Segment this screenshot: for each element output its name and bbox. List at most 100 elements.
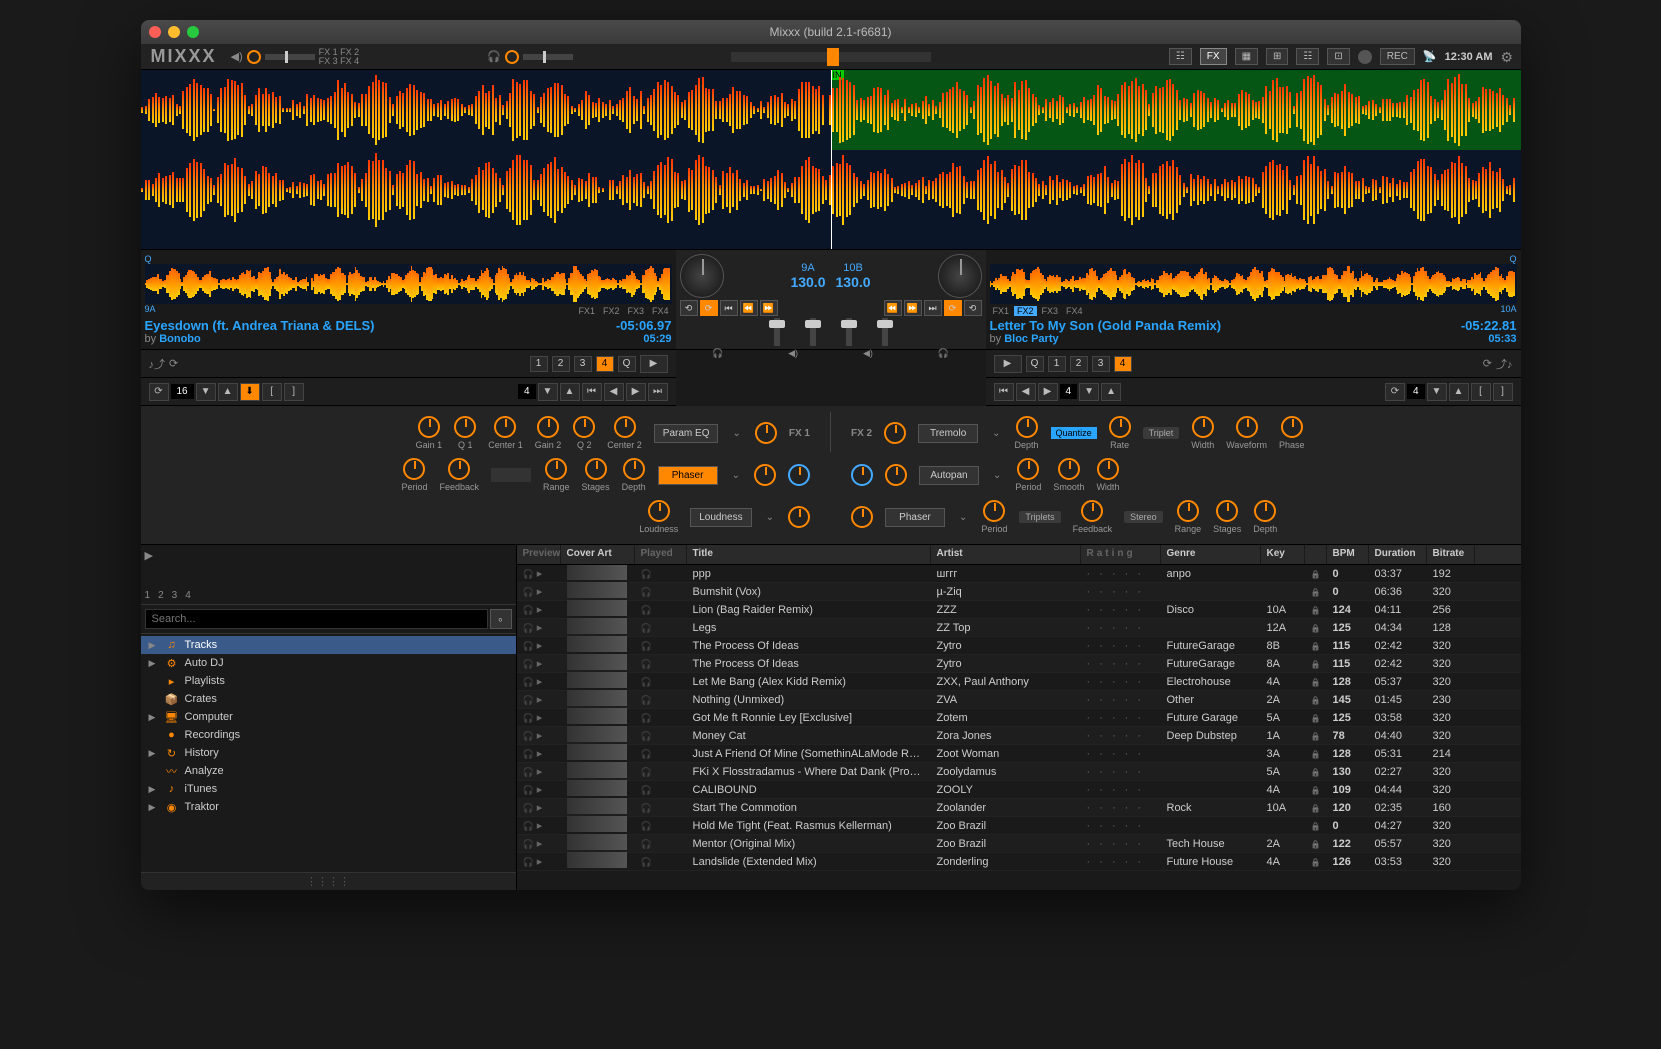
preview-play-icon[interactable] — [523, 658, 534, 670]
preview-slot-2[interactable]: 2 — [158, 590, 164, 601]
deck1-beatjump-next[interactable]: ⏭ — [648, 383, 668, 401]
library-row[interactable]: ▸ Legs ZZ Top · · · · · 12A 125 04:34 12… — [517, 619, 1521, 637]
view-button-4[interactable]: ⊡ — [1327, 48, 1349, 65]
track-rating[interactable]: · · · · · — [1081, 728, 1161, 744]
view-button-1[interactable]: ▦ — [1235, 48, 1258, 65]
fx2-slot1-selector[interactable]: Tremolo — [918, 424, 978, 443]
library-row[interactable]: ▸ ppp шггг · · · · · anpo 0 03:37 192 — [517, 565, 1521, 583]
deck2-reloop-button[interactable]: ⟳ — [1385, 383, 1405, 401]
preview-slot-4[interactable]: 4 — [185, 590, 191, 601]
deck1-repeat-icon[interactable]: ⟳ — [169, 357, 178, 370]
tree-arrow-icon[interactable]: ▶ — [149, 784, 159, 795]
deck1-hotcue-2[interactable]: 2 — [552, 356, 570, 372]
fx1-parameq-gain-2-knob[interactable] — [537, 416, 559, 438]
fx2-triplet-tag[interactable]: Triplet — [1143, 427, 1180, 439]
bpm-lock-icon[interactable] — [1311, 640, 1321, 652]
headphone-mix-knob[interactable] — [505, 50, 519, 64]
window-zoom-button[interactable] — [187, 26, 199, 38]
bpm-lock-icon[interactable] — [1311, 676, 1321, 688]
library-rows[interactable]: ▸ ppp шггг · · · · · anpo 0 03:37 192 ▸ … — [517, 565, 1521, 890]
chevron-down-icon[interactable]: ⌄ — [990, 428, 1002, 439]
tree-item-analyze[interactable]: 〰Analyze — [141, 762, 516, 780]
deck1-beatjump-back[interactable]: ◀ — [604, 383, 624, 401]
track-rating[interactable]: · · · · · — [1081, 746, 1161, 762]
fx2-tremolo-width-knob[interactable] — [1192, 416, 1214, 438]
tree-arrow-icon[interactable]: ▶ — [149, 640, 159, 651]
library-row[interactable]: ▸ Start The Commotion Zoolander · · · · … — [517, 799, 1521, 817]
library-row[interactable]: ▸ Nothing (Unmixed) ZVA · · · · · Other … — [517, 691, 1521, 709]
track-rating[interactable]: · · · · · — [1081, 584, 1161, 600]
deck1-rate-slider[interactable] — [774, 318, 780, 346]
bpm-lock-icon[interactable] — [1311, 730, 1321, 742]
col-header-genre[interactable]: Genre — [1161, 545, 1261, 564]
fx1-phaser-feedback-knob[interactable] — [448, 458, 470, 480]
fx1-slot3-meta-knob[interactable] — [788, 506, 810, 528]
bpm-lock-icon[interactable] — [1311, 820, 1321, 832]
headphone-gain-slider[interactable] — [523, 54, 573, 60]
fx2-phaser-range-knob[interactable] — [1177, 500, 1199, 522]
deck2-play-button[interactable]: ▶ — [994, 355, 1022, 373]
preview-play-icon[interactable] — [523, 784, 534, 796]
track-rating[interactable]: · · · · · — [1081, 782, 1161, 798]
track-rating[interactable]: · · · · · — [1081, 854, 1161, 870]
fx1-loudness-loudness-knob[interactable] — [648, 500, 670, 522]
fx2-stereo-tag[interactable]: Stereo — [1124, 511, 1163, 523]
deck1-volume-fader[interactable] — [810, 318, 816, 346]
fx1-slot1-meta-knob[interactable] — [755, 422, 777, 444]
bpm-lock-icon[interactable] — [1311, 586, 1321, 598]
chevron-down-icon[interactable]: ⌄ — [730, 428, 742, 439]
fx2-phaser-period-knob[interactable] — [983, 500, 1005, 522]
preview-play-icon[interactable] — [523, 730, 534, 742]
fx2-slot3-selector[interactable]: Phaser — [885, 508, 945, 527]
deck1-loop-active[interactable]: ⬇ — [240, 383, 260, 401]
library-row[interactable]: ▸ FKi X Flosstradamus - Where Dat Dank (… — [517, 763, 1521, 781]
view-button-3[interactable]: ☷ — [1296, 48, 1319, 65]
view-button-2[interactable]: ⊞ — [1266, 48, 1288, 65]
tree-item-auto-dj[interactable]: ▶⚙Auto DJ — [141, 654, 516, 672]
fx2-tremolo-rate-knob[interactable] — [1109, 416, 1131, 438]
crossfader[interactable] — [731, 52, 931, 62]
deck2-beatjump-back[interactable]: ◀ — [1016, 383, 1036, 401]
tree-item-crates[interactable]: 📦Crates — [141, 690, 516, 708]
track-rating[interactable]: · · · · · — [1081, 836, 1161, 852]
preview-play-icon[interactable] — [523, 712, 534, 724]
deck1-overview-waveform[interactable] — [145, 264, 672, 304]
fx2-tremolo-phase-knob[interactable] — [1281, 416, 1303, 438]
fx2-autopan-width-knob[interactable] — [1097, 458, 1119, 480]
track-rating[interactable]: · · · · · — [1081, 764, 1161, 780]
track-rating[interactable]: · · · · · — [1081, 674, 1161, 690]
bpm-lock-icon[interactable] — [1311, 784, 1321, 796]
preview-play-icon[interactable] — [523, 694, 534, 706]
deck2-beatjump-down[interactable]: ▼ — [1079, 383, 1099, 401]
settings-icon[interactable]: ⚙ — [1501, 49, 1517, 65]
bpm-lock-icon[interactable] — [1311, 694, 1321, 706]
col-header-rating[interactable]: Rating — [1081, 545, 1161, 564]
col-header-cover[interactable]: Cover Art — [561, 545, 635, 564]
deck1-beatjump-size[interactable]: 4 — [518, 384, 536, 399]
deck1-hotcue-4[interactable]: 4 — [596, 356, 614, 372]
library-row[interactable]: ▸ Just A Friend Of Mine (SomethinALaMode… — [517, 745, 1521, 763]
window-minimize-button[interactable] — [168, 26, 180, 38]
window-close-button[interactable] — [149, 26, 161, 38]
deck2-fwd-button[interactable]: ⏩ — [904, 300, 922, 316]
library-row[interactable]: ▸ Mentor (Original Mix) Zoo Brazil · · ·… — [517, 835, 1521, 853]
deck2-repeat-icon[interactable]: ⟳ — [1483, 357, 1492, 370]
track-rating[interactable]: · · · · · — [1081, 566, 1161, 582]
deck1-quantize-button[interactable]: Q — [618, 356, 636, 372]
library-row[interactable]: ▸ The Process Of Ideas Zytro · · · · · F… — [517, 637, 1521, 655]
deck1-eject-icon[interactable]: ♪⤴ — [149, 356, 166, 372]
track-rating[interactable]: · · · · · — [1081, 818, 1161, 834]
preview-slot-3[interactable]: 3 — [172, 590, 178, 601]
tree-item-recordings[interactable]: ●Recordings — [141, 726, 516, 744]
deck1-loop-half[interactable]: ▼ — [196, 383, 216, 401]
chevron-down-icon[interactable]: ⌄ — [730, 470, 742, 481]
track-rating[interactable]: · · · · · — [1081, 656, 1161, 672]
deck1-beatjump-down[interactable]: ▼ — [538, 383, 558, 401]
library-row[interactable]: ▸ Money Cat Zora Jones · · · · · Deep Du… — [517, 727, 1521, 745]
fx2-phaser-depth-knob[interactable] — [1254, 500, 1276, 522]
tree-item-traktor[interactable]: ▶◉Traktor — [141, 798, 516, 816]
deck2-loop-out[interactable]: ] — [1493, 383, 1513, 401]
col-header-bpm[interactable]: BPM — [1327, 545, 1369, 564]
tree-arrow-icon[interactable]: ▶ — [149, 802, 159, 813]
col-header-duration[interactable]: Duration — [1369, 545, 1427, 564]
